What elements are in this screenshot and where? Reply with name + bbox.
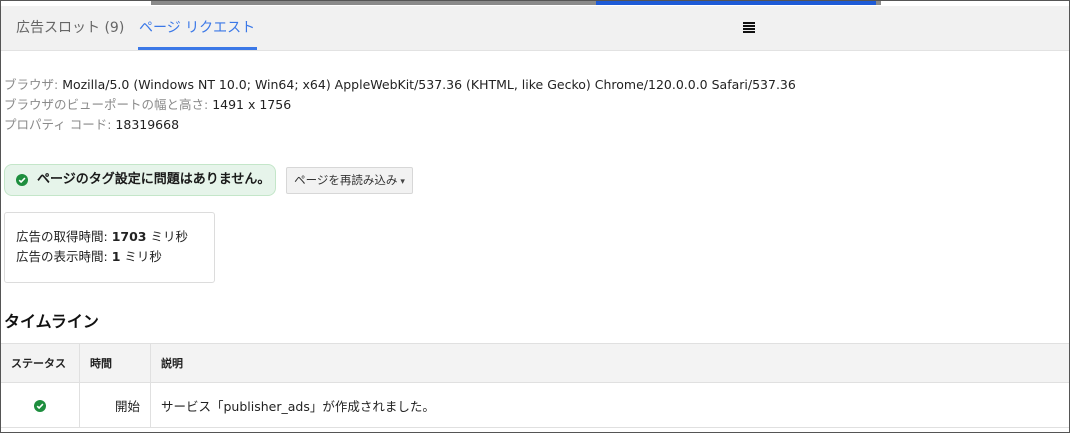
browser-info: ブラウザ: Mozilla/5.0 (Windows NT 10.0; Win6…: [4, 75, 796, 135]
timeline-header-row: ステータス 時間 説明: [1, 343, 1069, 383]
fetch-time-row: 広告の取得時間: 1703 ミリ秒: [16, 227, 214, 247]
row-description-cell: サービス「publisher_ads」が作成されました。: [150, 382, 1069, 428]
tab-ad-slots[interactable]: 広告スロット (9): [16, 6, 124, 50]
check-circle-icon: [16, 174, 28, 186]
property-label: プロパティ コード:: [4, 117, 116, 132]
render-time-label: 広告の表示時間:: [16, 249, 112, 264]
timing-card: 広告の取得時間: 1703 ミリ秒 広告の表示時間: 1 ミリ秒: [4, 212, 215, 283]
tab-bar: 広告スロット (9) ページ リクエスト: [1, 6, 1069, 51]
property-value: 18319668: [115, 117, 180, 132]
fetch-time-unit: ミリ秒: [146, 229, 188, 244]
tab-page-request[interactable]: ページ リクエスト: [138, 6, 258, 50]
row-time-cell: 開始: [79, 382, 151, 428]
viewport-label: ブラウザのビューポートの幅と高さ:: [4, 97, 213, 112]
reload-page-button[interactable]: ページを再読み込み ▾: [286, 167, 413, 194]
header-time: 時間: [79, 343, 151, 383]
render-time-row: 広告の表示時間: 1 ミリ秒: [16, 247, 214, 267]
table-row: 開始 サービス「publisher_ads」が作成されました。: [1, 382, 1069, 428]
browser-row: ブラウザ: Mozilla/5.0 (Windows NT 10.0; Win6…: [4, 75, 796, 95]
timeline-title: タイムライン: [4, 312, 99, 331]
tag-status-banner: ページのタグ設定に問題はありません。: [4, 164, 276, 196]
browser-value: Mozilla/5.0 (Windows NT 10.0; Win64; x64…: [62, 77, 796, 92]
active-tab-underline: [138, 47, 258, 50]
header-status: ステータス: [1, 343, 80, 383]
tab-page-request-label: ページ リクエスト: [139, 20, 256, 36]
page-request-panel: 広告スロット (9) ページ リクエスト ブラウザ: Mozilla/5.0 (…: [0, 0, 1070, 433]
chevron-down-icon: ▾: [400, 177, 405, 187]
timeline-table: ステータス 時間 説明 開始 サービス「publisher_ads」が作成されま…: [1, 343, 1069, 428]
viewport-row: ブラウザのビューポートの幅と高さ: 1491 x 1756: [4, 95, 796, 115]
tag-status-message: ページのタグ設定に問題はありません。: [37, 172, 271, 187]
viewport-value: 1491 x 1756: [212, 97, 292, 112]
reload-page-label: ページを再読み込み: [294, 173, 398, 187]
top-ad-strip: [151, 1, 881, 5]
row-status-cell: [1, 382, 80, 428]
top-promo-banner: [596, 1, 876, 5]
check-circle-icon: [34, 400, 46, 412]
browser-label: ブラウザ:: [4, 77, 63, 92]
property-row: プロパティ コード: 18319668: [4, 115, 796, 135]
render-time-unit: ミリ秒: [120, 249, 162, 264]
fetch-time-label: 広告の取得時間:: [16, 229, 112, 244]
fetch-time-value: 1703: [111, 229, 147, 244]
header-description: 説明: [150, 343, 1069, 383]
menu-lines-icon[interactable]: [743, 22, 755, 34]
